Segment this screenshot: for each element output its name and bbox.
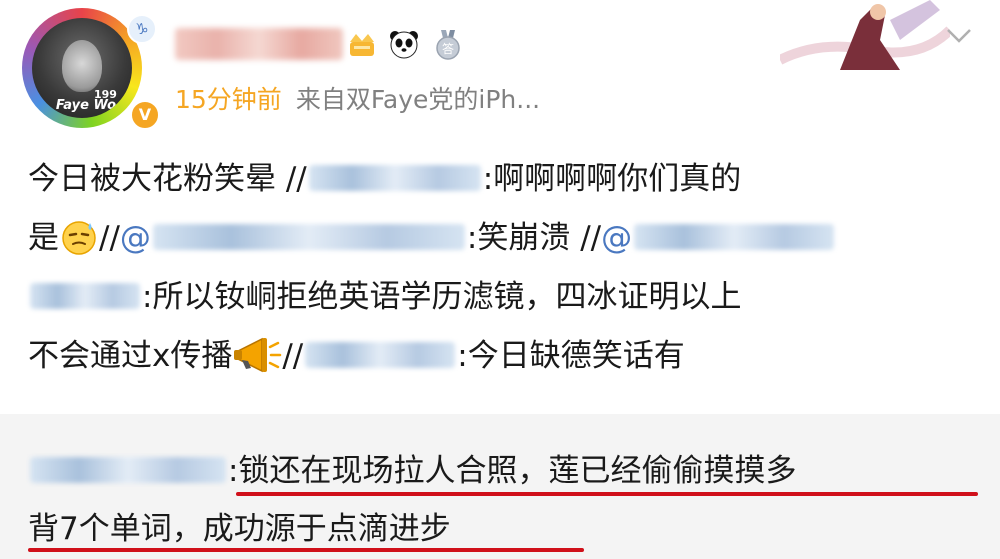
- retweet-text-1: :锁还在现场拉人合照，莲已经偷偷摸摸多: [228, 453, 797, 489]
- post-time: 15分钟前: [175, 85, 282, 114]
- blurred-author[interactable]: [30, 456, 226, 483]
- post-text: :啊啊啊啊你们真的: [482, 161, 742, 197]
- verified-icon: V: [130, 100, 160, 130]
- decorative-banner-figure: [780, 0, 950, 70]
- post-text: :笑崩溃 //: [466, 220, 602, 256]
- post-meta: 15分钟前 来自双Faye党的iPh...: [175, 80, 540, 116]
- megaphone-emoji-icon: [234, 337, 282, 372]
- blurred-mention[interactable]: [152, 223, 465, 250]
- post-body: 今日被大花粉笑晕 //:啊啊啊啊你们真的 是 //@:笑崩溃 //@ :所以钕峒…: [28, 150, 978, 386]
- post-text: //: [99, 220, 120, 256]
- red-underline-2: [28, 548, 584, 552]
- post-source[interactable]: 来自双Faye党的iPh...: [296, 85, 540, 114]
- post-line-3: :所以钕峒拒绝英语学历滤镜，四冰证明以上: [28, 268, 978, 327]
- post-text: 是: [28, 220, 59, 256]
- post-text: 不会通过x传播: [28, 338, 233, 374]
- post-text: :所以钕峒拒绝英语学历滤镜，四冰证明以上: [142, 279, 742, 315]
- avatar-face: [62, 40, 102, 92]
- blurred-mention[interactable]: [634, 223, 835, 250]
- crown-icon: [350, 34, 374, 56]
- blurred-mention[interactable]: [308, 164, 481, 191]
- zodiac-capricorn-icon: ♑: [127, 14, 157, 44]
- panda-icon: [390, 31, 418, 59]
- mention-at[interactable]: @: [601, 220, 632, 256]
- post-line-1: 今日被大花粉笑晕 // :啊啊啊啊你们真的: [28, 150, 978, 209]
- svg-text:答: 答: [442, 41, 454, 56]
- post-text: 今日被大花粉笑晕 //: [28, 161, 307, 197]
- post-line-4: 不会通过x传播 // :今日缺德笑话有: [28, 327, 978, 386]
- post-text: //: [282, 338, 304, 374]
- avatar[interactable]: 199 Faye Wo ♑ V: [22, 8, 160, 130]
- medal-icon: 答: [436, 30, 460, 60]
- blurred-mention[interactable]: [305, 341, 456, 368]
- username-blurred[interactable]: [175, 28, 343, 60]
- blurred-mention[interactable]: [30, 282, 140, 309]
- mention-at[interactable]: @: [120, 220, 151, 256]
- post-header: 199 Faye Wo ♑ V 答 15分钟前 来自双Faye党的iPh...: [0, 0, 1000, 135]
- chevron-down-icon[interactable]: [944, 20, 974, 50]
- retweet-text-2: 背7个单词，成功源于点滴进步: [28, 511, 451, 547]
- avatar-photo: 199 Faye Wo: [32, 18, 132, 118]
- retweet-block[interactable]: :锁还在现场拉人合照，莲已经偷偷摸摸多 背7个单词，成功源于点滴进步: [0, 414, 1000, 559]
- retweet-text: :锁还在现场拉人合照，莲已经偷偷摸摸多 背7个单词，成功源于点滴进步: [28, 442, 988, 558]
- avatar-caption: Faye Wo: [55, 98, 117, 113]
- post-text: :今日缺德笑话有: [457, 338, 685, 374]
- red-underline-1: [236, 492, 978, 496]
- sweat-smile-emoji-icon: [62, 220, 96, 255]
- post-line-2: 是 //@:笑崩溃 //@: [28, 209, 978, 268]
